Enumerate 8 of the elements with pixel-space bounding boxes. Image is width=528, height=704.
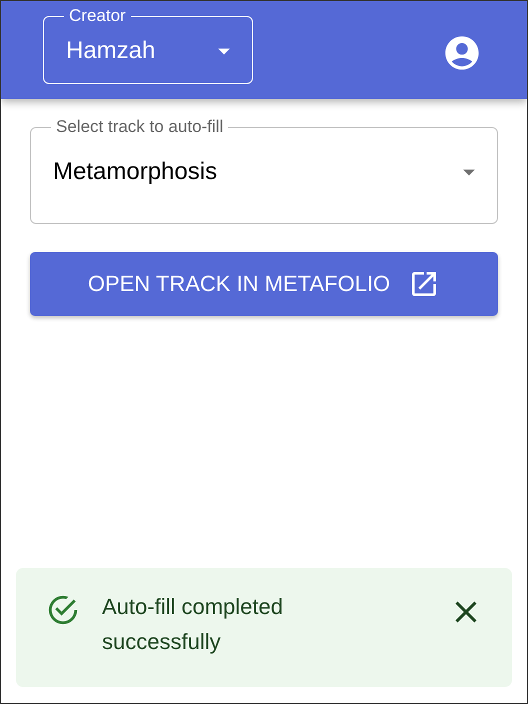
alert-message: Auto-fill completed successfully xyxy=(102,593,284,656)
field-label: Creator xyxy=(69,6,126,25)
select-value: Hamzah xyxy=(66,37,156,65)
select-field[interactable]: Creator Hamzah xyxy=(43,6,253,84)
select-value: Metamorphosis xyxy=(53,158,218,186)
open-button[interactable]: OPEN TRACK IN METAFOLIO xyxy=(30,252,498,316)
select-field[interactable]: Select track to auto-fill Metamorphosis xyxy=(30,117,498,224)
field-label: Select track to auto-fill xyxy=(56,117,224,136)
